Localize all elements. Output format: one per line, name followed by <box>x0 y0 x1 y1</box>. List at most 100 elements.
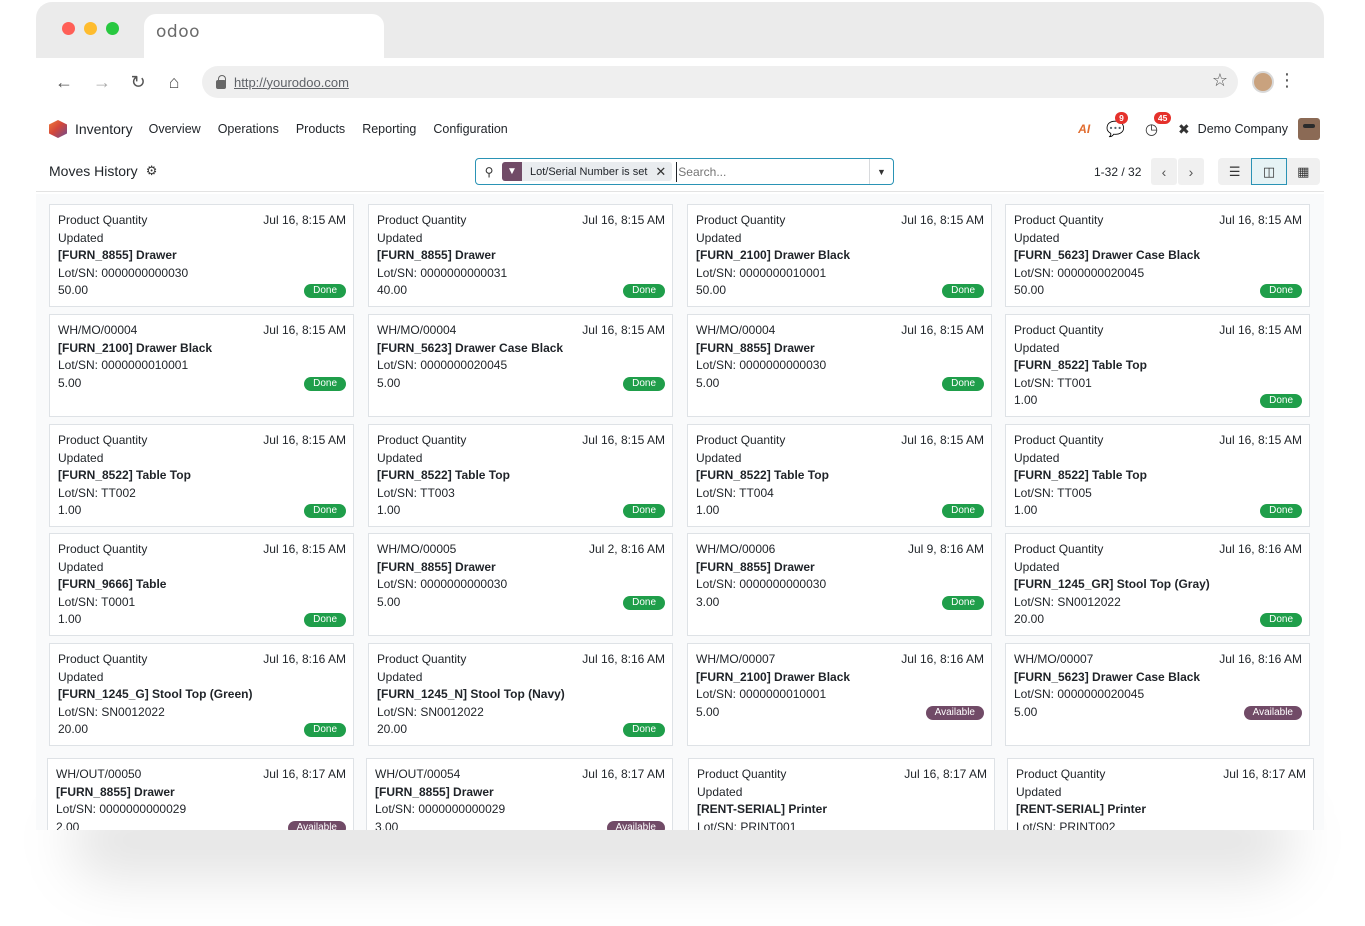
move-lot-serial: Lot/SN: 0000000010001 <box>696 687 827 701</box>
move-date: Jul 16, 8:16 AM <box>1219 542 1302 556</box>
move-lot-serial: Lot/SN: T0001 <box>58 594 136 609</box>
forward-arrow-icon[interactable]: → <box>90 70 114 94</box>
move-lot-serial: Lot/SN: TT005 <box>1014 485 1092 500</box>
move-card[interactable]: WH/OUT/00054 Jul 16, 8:17 AM [FURN_8855] D… <box>366 758 673 830</box>
move-card[interactable]: Product Quantity Jul 16, 8:16 AM Updated [F… <box>368 643 673 746</box>
browser-menu-icon[interactable]: ⋮ <box>1278 70 1296 91</box>
pager-previous-icon[interactable]: ‹ <box>1151 158 1177 185</box>
bookmark-star-icon[interactable]: ☆ <box>1212 70 1228 91</box>
user-avatar[interactable] <box>1298 118 1320 140</box>
messages-icon[interactable]: 💬 9 <box>1106 112 1128 138</box>
move-reference: WH/MO/00007 <box>1014 652 1094 666</box>
maximize-window-button[interactable] <box>106 22 119 35</box>
browser-profile-avatar[interactable] <box>1252 71 1274 93</box>
move-card[interactable]: WH/MO/00004 Jul 16, 8:15 AM [FURN_5623] Dr… <box>368 314 673 417</box>
gear-icon[interactable]: ⚙ <box>146 163 158 179</box>
move-reference-line2: Updated <box>696 450 742 465</box>
move-reference: Product Quantity <box>58 433 148 447</box>
move-reference: Product Quantity <box>58 542 148 556</box>
move-date: Jul 9, 8:16 AM <box>907 542 984 556</box>
status-badge: Done <box>942 284 984 298</box>
move-card[interactable]: Product Quantity Jul 16, 8:15 AM Updated [F… <box>1005 204 1310 307</box>
move-date: Jul 16, 8:15 AM <box>263 323 346 337</box>
move-quantity: 20.00 <box>58 722 89 736</box>
move-card[interactable]: WH/OUT/00050 Jul 16, 8:17 AM [FURN_8855] D… <box>47 758 354 830</box>
move-card[interactable]: WH/MO/00004 Jul 16, 8:15 AM [FURN_2100] Dr… <box>49 314 354 417</box>
move-product: [FURN_8522] Table Top <box>377 468 510 482</box>
move-card[interactable]: Product Quantity Jul 16, 8:17 AM Updated [R… <box>688 758 995 830</box>
move-card[interactable]: WH/MO/00005 Jul 2, 8:16 AM [FURN_8855] Dra… <box>368 533 673 636</box>
app-name[interactable]: Inventory <box>75 121 133 137</box>
debug-tools-icon[interactable]: ✖ <box>1178 121 1190 138</box>
move-quantity: 1.00 <box>1014 393 1038 407</box>
menu-reporting[interactable]: Reporting <box>362 122 416 136</box>
move-reference-line2: Updated <box>1014 340 1060 355</box>
move-card[interactable]: Product Quantity Jul 16, 8:15 AM Updated [F… <box>687 424 992 527</box>
url-field[interactable]: http://yourodoo.com <box>202 66 1238 98</box>
move-card[interactable]: WH/MO/00007 Jul 16, 8:16 AM [FURN_5623] Dr… <box>1005 643 1310 746</box>
move-card[interactable]: Product Quantity Jul 16, 8:15 AM Updated [F… <box>368 204 673 307</box>
pager-value[interactable]: 1-32 / 32 <box>1094 165 1141 179</box>
move-quantity: 5.00 <box>58 375 82 390</box>
search-icon[interactable]: ⚲ <box>476 165 502 179</box>
move-card[interactable]: Product Quantity Jul 16, 8:15 AM Updated [F… <box>687 204 992 307</box>
pager-next-icon[interactable]: › <box>1178 158 1204 185</box>
move-card[interactable]: Product Quantity Jul 16, 8:17 AM Updated [R… <box>1007 758 1314 830</box>
browser-tab[interactable]: odoo <box>144 14 384 58</box>
move-card[interactable]: Product Quantity Jul 16, 8:15 AM Updated [F… <box>1005 424 1310 527</box>
move-card[interactable]: WH/MO/00007 Jul 16, 8:16 AM [FURN_2100] Dr… <box>687 643 992 746</box>
move-card[interactable]: WH/MO/00004 Jul 16, 8:15 AM [FURN_8855] Dr… <box>687 314 992 417</box>
move-card[interactable]: Product Quantity Jul 16, 8:16 AM Updated [F… <box>1005 533 1310 636</box>
move-date: Jul 16, 8:15 AM <box>582 323 665 337</box>
home-icon[interactable]: ⌂ <box>162 70 186 94</box>
move-card[interactable]: Product Quantity Jul 16, 8:15 AM Updated [F… <box>49 204 354 307</box>
move-reference: WH/MO/00004 <box>58 323 138 337</box>
move-product: [FURN_9666] Table <box>58 577 167 591</box>
pivot-view-icon[interactable]: ▦ <box>1286 158 1320 185</box>
move-reference: Product Quantity <box>58 652 148 666</box>
menu-products[interactable]: Products <box>296 122 345 136</box>
move-quantity: 1.00 <box>58 612 82 626</box>
move-date: Jul 16, 8:16 AM <box>901 652 984 666</box>
move-lot-serial: Lot/SN: 0000000000029 <box>56 802 187 816</box>
remove-facet-icon[interactable]: ✕ <box>655 164 672 180</box>
back-arrow-icon[interactable]: ← <box>52 70 76 94</box>
move-lot-serial: Lot/SN: SN0012022 <box>58 704 165 719</box>
status-badge: Done <box>304 376 346 391</box>
search-options-chevron-down-icon[interactable]: ▼ <box>869 159 893 184</box>
move-product: [FURN_8855] Drawer <box>377 559 496 574</box>
move-reference: Product Quantity <box>58 213 148 227</box>
move-card[interactable]: Product Quantity Jul 16, 8:15 AM Updated [F… <box>49 533 354 636</box>
move-lot-serial: Lot/SN: 0000000000030 <box>696 358 827 372</box>
close-window-button[interactable] <box>62 22 75 35</box>
move-card[interactable]: Product Quantity Jul 16, 8:16 AM Updated [F… <box>49 643 354 746</box>
move-product: [FURN_1245_N] Stool Top (Navy) <box>377 687 565 701</box>
move-card[interactable]: WH/MO/00006 Jul 9, 8:16 AM [FURN_8855] Dra… <box>687 533 992 636</box>
move-card[interactable]: Product Quantity Jul 16, 8:15 AM Updated [F… <box>1005 314 1310 417</box>
move-date: Jul 16, 8:15 AM <box>1219 213 1302 227</box>
odoo-navbar: Inventory Overview Operations Products R… <box>36 106 1324 152</box>
move-reference: Product Quantity <box>1016 767 1106 781</box>
move-lot-serial: Lot/SN: 0000000020045 <box>377 358 508 372</box>
move-reference: Product Quantity <box>1014 542 1104 556</box>
menu-configuration[interactable]: Configuration <box>433 122 507 136</box>
move-lot-serial: Lot/SN: PRINT001 <box>697 819 797 831</box>
menu-operations[interactable]: Operations <box>218 122 279 136</box>
ai-icon[interactable]: AI <box>1078 122 1090 136</box>
status-badge: Available <box>287 820 346 830</box>
lock-icon <box>216 74 226 89</box>
move-date: Jul 16, 8:16 AM <box>1219 652 1302 666</box>
inventory-app-icon[interactable] <box>49 120 67 138</box>
company-switcher[interactable]: Demo Company <box>1198 122 1288 136</box>
list-view-icon[interactable]: ☰ <box>1218 158 1252 185</box>
minimize-window-button[interactable] <box>84 22 97 35</box>
kanban-view-icon[interactable]: ◫ <box>1251 158 1287 185</box>
activities-clock-icon[interactable]: ◷ 45 <box>1145 112 1172 138</box>
menu-overview[interactable]: Overview <box>149 122 201 136</box>
move-card[interactable]: Product Quantity Jul 16, 8:15 AM Updated [F… <box>49 424 354 527</box>
move-card[interactable]: Product Quantity Jul 16, 8:15 AM Updated [F… <box>368 424 673 527</box>
reload-icon[interactable]: ↻ <box>126 70 150 94</box>
search-input[interactable] <box>676 161 869 182</box>
move-reference: Product Quantity <box>696 433 786 447</box>
move-reference: WH/MO/00005 <box>377 542 457 556</box>
